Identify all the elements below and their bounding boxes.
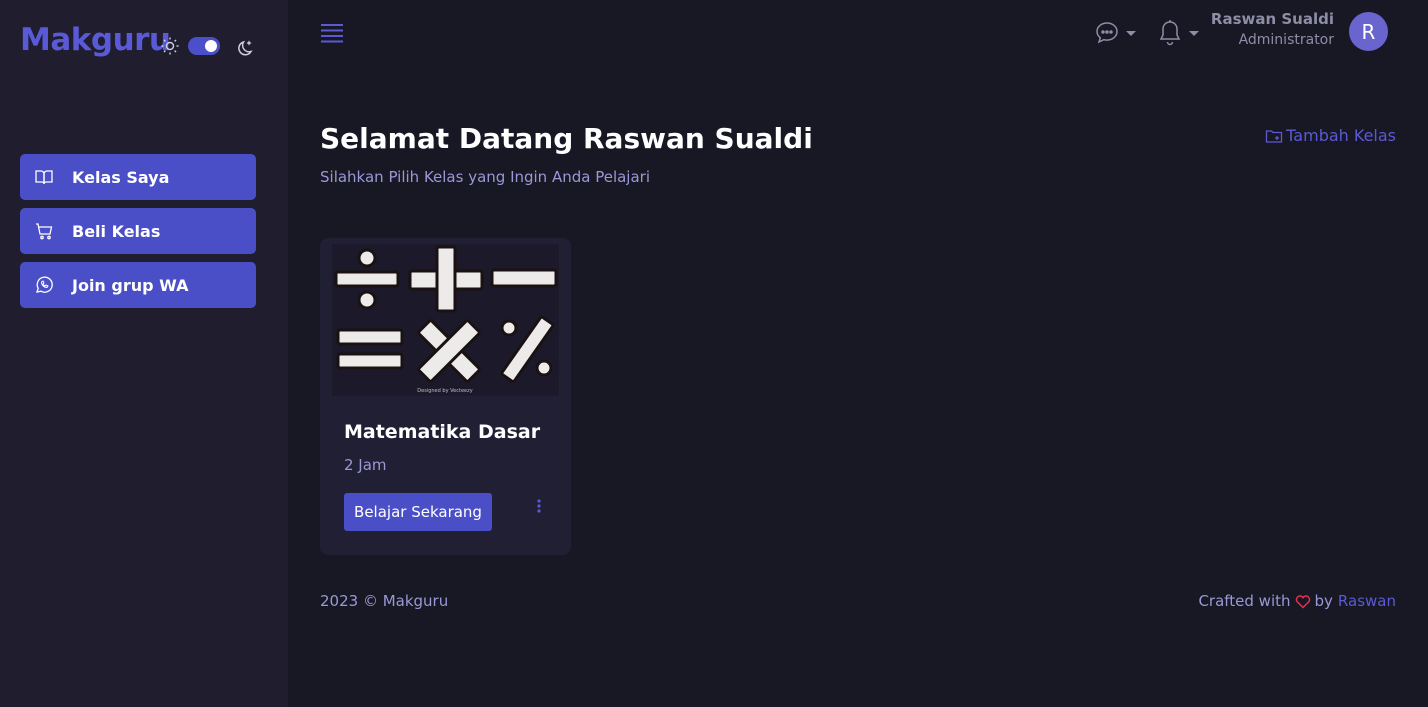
theme-switch	[160, 34, 256, 58]
sidebar-item-kelas-saya[interactable]: Kelas Saya	[20, 154, 256, 200]
brand-logo[interactable]: Makguru	[20, 22, 171, 58]
page-title: Selamat Datang Raswan Sualdi	[320, 122, 813, 155]
chevron-down-icon	[1126, 30, 1136, 36]
crafted-with-text: Crafted with	[1198, 592, 1291, 610]
chevron-down-icon	[1189, 30, 1199, 36]
messages-dropdown[interactable]	[1094, 20, 1136, 46]
more-options-icon[interactable]	[534, 498, 544, 516]
start-learning-button[interactable]: Belajar Sekarang	[344, 493, 492, 531]
sidebar-item-join-grup-wa[interactable]: Join grup WA	[20, 262, 256, 308]
bell-icon	[1159, 20, 1181, 46]
footer-copyright: 2023 © Makguru	[320, 592, 449, 610]
minus-sign	[490, 268, 558, 288]
heart-icon	[1295, 595, 1310, 609]
moon-icon	[238, 40, 253, 56]
avatar[interactable]: R	[1349, 12, 1388, 51]
by-text: by	[1314, 592, 1333, 610]
sidebar-item-label: Kelas Saya	[72, 167, 170, 187]
sun-icon	[161, 37, 179, 55]
whatsapp-icon	[36, 276, 53, 293]
sidebar: Makguru Kelas Saya Beli Kelas Join grup …	[0, 0, 288, 707]
footer-credit: Crafted with by Raswan	[1198, 592, 1396, 610]
course-title: Matematika Dasar	[344, 421, 541, 443]
chat-icon	[1096, 22, 1118, 44]
add-class-link[interactable]: Tambah Kelas	[1265, 126, 1396, 145]
sidebar-item-beli-kelas[interactable]: Beli Kelas	[20, 208, 256, 254]
page-subtitle: Silahkan Pilih Kelas yang Ingin Anda Pel…	[320, 168, 650, 186]
toggle-knob	[205, 40, 217, 52]
notifications-dropdown[interactable]	[1157, 18, 1199, 48]
course-duration: 2 Jam	[344, 456, 387, 474]
image-credit: Designed by Vecteezy	[417, 388, 472, 394]
user-name: Raswan Sualdi	[1210, 10, 1334, 28]
book-open-icon	[35, 170, 53, 185]
theme-toggle[interactable]	[188, 37, 220, 55]
folder-plus-icon	[1266, 129, 1283, 143]
sidebar-item-label: Join grup WA	[72, 275, 189, 295]
course-thumbnail[interactable]: Designed by Vecteezy	[332, 244, 559, 396]
shopping-cart-icon	[36, 223, 53, 240]
menu-toggle-icon[interactable]	[320, 22, 344, 44]
sidebar-item-label: Beli Kelas	[72, 221, 161, 241]
sidebar-menu: Kelas Saya Beli Kelas Join grup WA	[20, 154, 256, 316]
course-card: Designed by Vecteezy Matematika Dasar 2 …	[320, 238, 571, 555]
user-role: Administrator	[1238, 32, 1334, 48]
user-menu[interactable]: Raswan Sualdi Administrator	[1200, 10, 1334, 48]
author-link[interactable]: Raswan	[1338, 592, 1396, 610]
add-class-label: Tambah Kelas	[1286, 126, 1396, 145]
